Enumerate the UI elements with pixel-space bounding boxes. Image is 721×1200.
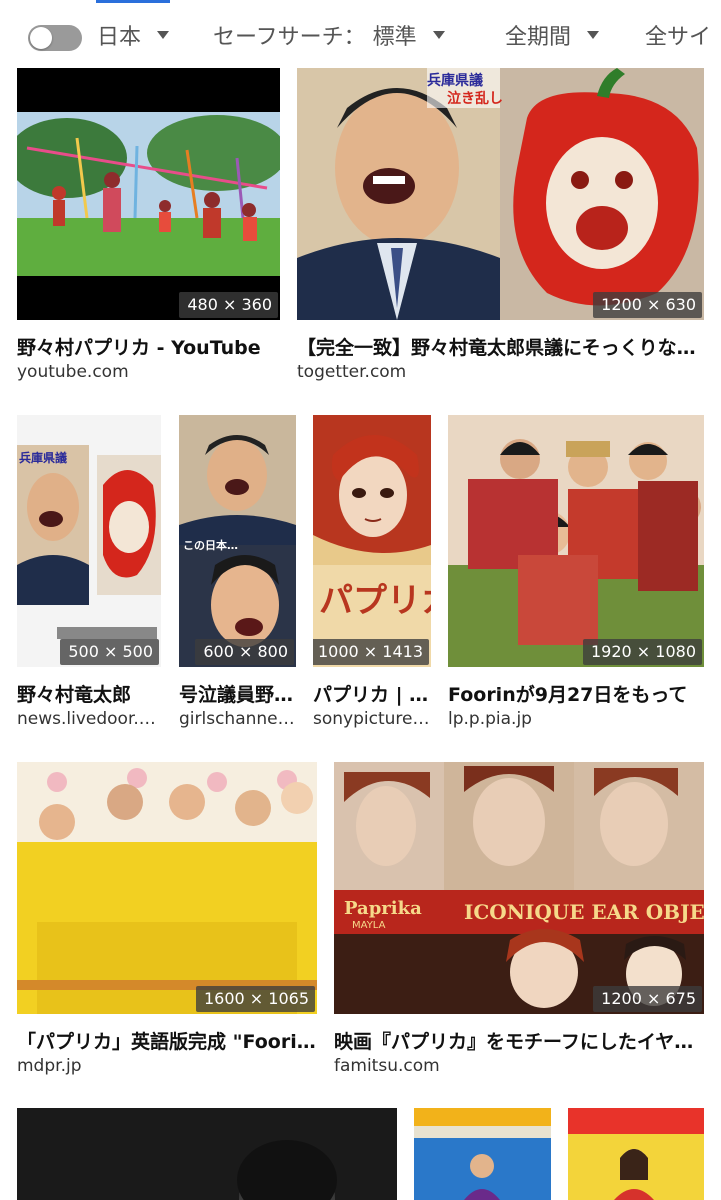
result-source: girlschannel.net (179, 709, 296, 729)
result-card[interactable]: 兵庫県議 泣き乱し 1200 × 630 【完全一致】野々村竜太郎県議にそっくり… (297, 68, 704, 388)
image-dimensions: 600 × 800 (195, 639, 294, 665)
result-title[interactable]: 【完全一致】野々村竜太郎県議にそっくりなパプリカ (297, 333, 704, 360)
result-card[interactable]: 兵庫県議 500 × 500 野々村竜太郎 news.livedoor.com (17, 415, 161, 735)
image-dimensions: 500 × 500 (60, 639, 159, 665)
result-title[interactable]: Foorinが9月27日をもって (448, 680, 704, 707)
result-thumbnail[interactable] (414, 1108, 551, 1200)
result-card[interactable] (568, 1108, 704, 1200)
chevron-down-icon (157, 31, 170, 39)
result-thumbnail[interactable]: 480 × 360 (17, 68, 280, 320)
result-title[interactable]: 映画『パプリカ』をモチーフにしたイヤーカフ (334, 1027, 704, 1054)
result-thumbnail[interactable]: 1920 × 1080 (448, 415, 704, 667)
result-card[interactable]: パプリカ 1000 × 1413 パプリカ | ソニー sonypictures… (313, 415, 431, 735)
result-card[interactable]: 480 × 360 野々村パプリカ - YouTube youtube.com (17, 68, 280, 388)
result-thumbnail[interactable]: パプリカ 1000 × 1413 (313, 415, 431, 667)
result-card[interactable]: Paprika MAYLA ICONIQUE EAR OBJET 1200 × … (334, 762, 704, 1082)
period-filter-label: 全期間 (505, 25, 572, 50)
result-source: famitsu.com (334, 1056, 440, 1076)
period-filter[interactable]: 全期間 (505, 18, 600, 52)
result-card[interactable] (414, 1108, 551, 1200)
poster-title: パプリカ (319, 581, 431, 621)
tv-host-image (568, 1108, 704, 1200)
ad-brand: Paprika (344, 898, 422, 919)
result-thumbnail[interactable]: 兵庫県議 500 × 500 (17, 415, 161, 667)
result-title[interactable]: 野々村竜太郎 (17, 680, 161, 707)
banner-text: 兵庫県議 (19, 451, 68, 465)
result-card[interactable] (17, 1108, 397, 1200)
ad-slogan: ICONIQUE EAR OBJET (464, 900, 704, 924)
image-dimensions: 1600 × 1065 (195, 986, 315, 1012)
result-source: news.livedoor.com (17, 709, 161, 729)
result-source: sonypictures.jp (313, 709, 431, 729)
result-thumbnail[interactable]: Paprika MAYLA ICONIQUE EAR OBJET 1200 × … (334, 762, 704, 1014)
site-filter[interactable]: 全サイ (645, 18, 711, 52)
region-filter[interactable]: 日本 (97, 18, 170, 52)
image-dimensions: 1920 × 1080 (582, 639, 702, 665)
result-thumbnail[interactable]: この日本… 600 × 800 (179, 415, 296, 667)
image-dimensions: 480 × 360 (179, 292, 278, 318)
anime-poster-image (313, 415, 431, 667)
meme-caption: この日本… (183, 539, 238, 552)
banner-subtext: 泣き乱し (447, 91, 503, 107)
result-title[interactable]: パプリカ | ソニー (313, 680, 431, 707)
result-card[interactable]: この日本… 600 × 800 号泣議員野々村 girlschannel.net (179, 415, 296, 735)
result-title[interactable]: 号泣議員野々村 (179, 680, 296, 707)
group-photo-image (448, 415, 704, 667)
result-thumbnail[interactable] (568, 1108, 704, 1200)
ear-accessory-ad-image (334, 762, 704, 1014)
image-dimensions: 1000 × 1413 (313, 639, 429, 665)
result-thumbnail[interactable]: 1600 × 1065 (17, 762, 317, 1014)
chevron-down-icon (587, 31, 600, 39)
result-title[interactable]: 野々村パプリカ - YouTube (17, 333, 280, 360)
chevron-down-icon (432, 31, 445, 39)
safesearch-toggle[interactable] (28, 25, 82, 51)
result-title[interactable]: 「パプリカ」英語版完成 "Foorin team E" (17, 1027, 317, 1054)
result-thumbnail[interactable]: 兵庫県議 泣き乱し 1200 × 630 (297, 68, 704, 320)
result-source: lp.p.pia.jp (448, 709, 532, 729)
result-thumbnail[interactable] (17, 1108, 397, 1200)
safesearch-filter[interactable]: セーフサーチ： 標準 (213, 18, 445, 52)
result-source: mdpr.jp (17, 1056, 82, 1076)
yellow-costume-group-image (17, 762, 317, 1014)
image-dimensions: 1200 × 675 (593, 986, 702, 1012)
result-source: youtube.com (17, 362, 129, 382)
region-filter-label: 日本 (97, 25, 142, 50)
portrait-image (17, 1108, 397, 1200)
safesearch-filter-label: セーフサーチ： 標準 (213, 25, 417, 50)
image-dimensions: 1200 × 630 (593, 292, 702, 318)
tv-studio-image (414, 1108, 551, 1200)
banner-text: 兵庫県議 (427, 73, 483, 89)
outdoor-dance-image (17, 68, 280, 320)
result-card[interactable]: 1920 × 1080 Foorinが9月27日をもって lp.p.pia.jp (448, 415, 704, 735)
result-source: togetter.com (297, 362, 407, 382)
result-card[interactable]: 1600 × 1065 「パプリカ」英語版完成 "Foorin team E" … (17, 762, 317, 1082)
ad-brand-sub: MAYLA (352, 920, 386, 931)
site-filter-label: 全サイ (645, 25, 712, 50)
toggle-knob (30, 27, 52, 49)
filter-bar: 日本 セーフサーチ： 標準 全期間 全サイ (0, 0, 721, 68)
